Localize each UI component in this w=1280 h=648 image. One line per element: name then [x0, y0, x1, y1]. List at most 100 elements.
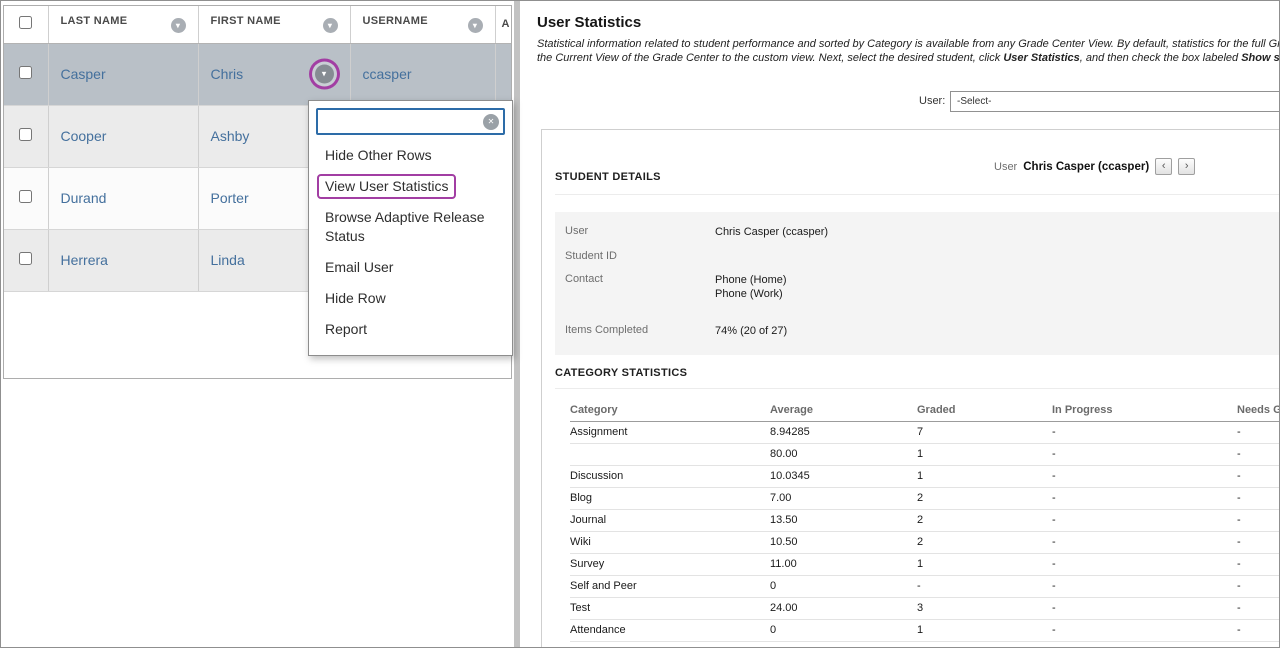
category-value-cell: 10.0345	[770, 466, 917, 488]
category-value-cell: -	[917, 576, 1052, 598]
row-menu-chevron-button[interactable]: ▾	[315, 65, 334, 84]
select-all-cell	[4, 6, 48, 43]
menu-item[interactable]: Hide Other Rows	[309, 140, 512, 171]
row-select-cell	[4, 43, 48, 105]
category-statistics-table: CategoryAverageGradedIn ProgressNeeds Gr…	[570, 398, 1280, 642]
column-header[interactable]: USERNAME ▾	[350, 6, 495, 43]
menu-item[interactable]: Browse Adaptive Release Status	[309, 202, 512, 252]
next-user-button[interactable]: ›	[1178, 158, 1195, 175]
menu-item-label: Report	[325, 321, 367, 337]
category-value-cell: 7.00	[770, 488, 917, 510]
category-value-cell: 1	[917, 466, 1052, 488]
detail-value: Phone (Home) Phone (Work)	[715, 273, 787, 301]
menu-item-label: Email User	[325, 259, 393, 275]
category-table-body: Assignment8.942857--80.001--Discussion10…	[570, 422, 1280, 642]
category-value-cell: 2	[917, 532, 1052, 554]
detail-row: ContactPhone (Home) Phone (Work)	[565, 273, 1280, 301]
student-row[interactable]: CasperChris▾ccasper	[4, 43, 511, 105]
category-value-cell: -	[1237, 620, 1280, 642]
category-value-cell: 3	[917, 598, 1052, 620]
detail-label: User	[565, 225, 715, 239]
detail-row: Student ID	[565, 250, 1280, 262]
previous-user-button[interactable]: ‹	[1155, 158, 1172, 175]
category-value-cell: 0	[770, 576, 917, 598]
category-row: Test24.003--	[570, 598, 1280, 620]
last-name-cell: Durand	[48, 167, 198, 229]
menu-item[interactable]: View User Statistics	[309, 171, 512, 202]
column-header[interactable]: FIRST NAME▾	[198, 6, 350, 43]
last-name-cell: Casper	[48, 43, 198, 105]
category-value-cell: 80.00	[770, 444, 917, 466]
category-name-cell: Test	[570, 598, 770, 620]
description-segment: , and then check the box labeled	[1080, 52, 1241, 64]
menu-search-input[interactable]	[316, 108, 505, 135]
row-checkbox[interactable]	[19, 252, 32, 265]
category-value-cell: 1	[917, 444, 1052, 466]
user-statistics-content: User Chris Casper (ccasper) ‹ › STUDENT …	[541, 129, 1280, 647]
description-line: the Current View of the Grade Center to …	[537, 51, 1280, 65]
category-value-cell: -	[1052, 422, 1237, 444]
page-title: User Statistics	[537, 14, 641, 31]
category-column-header: Graded	[917, 398, 1052, 422]
category-statistics-heading: CATEGORY STATISTICS	[555, 367, 687, 379]
category-value-cell: -	[1237, 576, 1280, 598]
column-header-label: USERNAME	[363, 15, 428, 27]
row-checkbox[interactable]	[19, 128, 32, 141]
menu-item[interactable]: Email User	[309, 252, 512, 283]
category-value-cell: 1	[917, 620, 1052, 642]
category-name-cell: Wiki	[570, 532, 770, 554]
category-value-cell: 10.50	[770, 532, 917, 554]
category-value-cell: -	[1237, 466, 1280, 488]
grade-table-header-row: LAST NAME▾FIRST NAME▾ USERNAME ▾ A	[4, 6, 511, 43]
clear-search-icon[interactable]: ✕	[483, 114, 499, 130]
category-value-cell: 2	[917, 510, 1052, 532]
category-value-cell: 7	[917, 422, 1052, 444]
sort-chevron-icon[interactable]: ▾	[323, 18, 338, 33]
category-row: Blog7.002--	[570, 488, 1280, 510]
category-value-cell: 0	[770, 620, 917, 642]
user-nav-current-user: Chris Casper (ccasper)	[1023, 161, 1149, 173]
row-checkbox[interactable]	[19, 190, 32, 203]
category-row: 80.001--	[570, 444, 1280, 466]
category-row: Assignment8.942857--	[570, 422, 1280, 444]
partial-column-header: A	[495, 6, 511, 43]
page-description: Statistical information related to stude…	[537, 37, 1280, 65]
blackboard-grade-center-screen: LAST NAME▾FIRST NAME▾USERNAME▾A CasperCh…	[0, 0, 1280, 648]
menu-item[interactable]: Report	[309, 314, 512, 345]
user-select-dropdown[interactable]: -Select-	[950, 91, 1280, 112]
column-header[interactable]: LAST NAME▾	[48, 6, 198, 43]
row-select-cell	[4, 229, 48, 291]
category-name-cell: Survey	[570, 554, 770, 576]
sort-chevron-icon[interactable]: ▾	[171, 18, 186, 33]
divider	[555, 388, 1280, 389]
category-column-header: In Progress	[1052, 398, 1237, 422]
grade-center-panel: LAST NAME▾FIRST NAME▾ USERNAME ▾ A CasperCh…	[1, 1, 514, 647]
row-checkbox[interactable]	[19, 66, 32, 79]
divider	[555, 194, 1280, 195]
student-details-fields: UserChris Casper (ccasper)Student ID Cont…	[555, 212, 1280, 355]
menu-item[interactable]: Hide Row	[309, 283, 512, 314]
user-navigation: User Chris Casper (ccasper) ‹ ›	[994, 158, 1195, 175]
category-value-cell: 24.00	[770, 598, 917, 620]
category-value-cell: -	[1237, 422, 1280, 444]
category-value-cell: -	[1052, 532, 1237, 554]
menu-item-label: View User Statistics	[317, 174, 456, 199]
first-name-cell: Chris▾	[198, 43, 350, 105]
select-all-checkbox[interactable]	[19, 16, 32, 29]
detail-label: Contact	[565, 273, 715, 301]
category-row: Survey11.001--	[570, 554, 1280, 576]
description-segment: Statistical information related to stude…	[537, 38, 1280, 50]
category-name-cell: Attendance	[570, 620, 770, 642]
category-value-cell: -	[1237, 510, 1280, 532]
category-name-cell: Blog	[570, 488, 770, 510]
category-value-cell: -	[1237, 598, 1280, 620]
partial-cell	[495, 43, 511, 105]
student-details-heading: STUDENT DETAILS	[555, 171, 661, 183]
category-value-cell: -	[1052, 620, 1237, 642]
detail-value: Chris Casper (ccasper)	[715, 225, 828, 239]
last-name-cell: Herrera	[48, 229, 198, 291]
sort-chevron-icon[interactable]: ▾	[468, 18, 483, 33]
detail-label: Student ID	[565, 250, 715, 262]
category-row: Wiki10.502--	[570, 532, 1280, 554]
user-nav-label: User	[994, 161, 1017, 173]
